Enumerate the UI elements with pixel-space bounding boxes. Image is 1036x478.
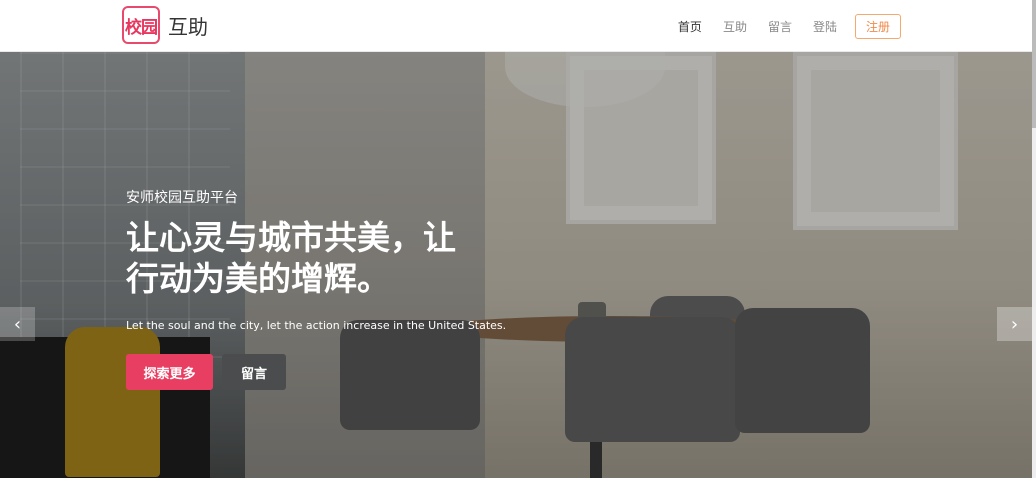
explore-more-button[interactable]: 探索更多 [126, 354, 213, 390]
main-nav: 首页 互助 留言 登陆 注册 [657, 14, 901, 39]
chevron-right-icon: › [1010, 313, 1019, 335]
nav-item-message[interactable]: 留言 [768, 18, 792, 35]
logo-text: 互助 [168, 14, 208, 39]
hero-buttons: 探索更多 留言 [126, 354, 286, 390]
chevron-left-icon: ‹ [13, 313, 22, 335]
logo[interactable]: 校园 互助 [122, 4, 208, 46]
hero-headline: 让心灵与城市共美，让行动为美的增辉。 [126, 218, 456, 298]
hero-subtitle: 安师校园互助平台 [126, 190, 238, 206]
hero-description: Let the soul and the city, let the actio… [126, 319, 507, 332]
site-header: 校园 互助 首页 互助 留言 登陆 注册 [0, 0, 1032, 52]
hero-text: 安师校园互助平台 让心灵与城市共美，让行动为美的增辉。 Let the soul… [126, 187, 506, 332]
logo-mark: 校园 [122, 6, 160, 44]
leave-message-button[interactable]: 留言 [222, 354, 286, 390]
scrollbar-thumb[interactable] [1032, 0, 1036, 128]
register-button[interactable]: 注册 [854, 14, 901, 39]
nav-item-home[interactable]: 首页 [678, 18, 702, 35]
nav-item-login[interactable]: 登陆 [813, 18, 837, 35]
nav-item-help[interactable]: 互助 [723, 18, 747, 35]
page-scrollbar[interactable] [1032, 0, 1036, 478]
carousel-next-button[interactable]: › [997, 307, 1032, 341]
carousel-prev-button[interactable]: ‹ [0, 307, 35, 341]
